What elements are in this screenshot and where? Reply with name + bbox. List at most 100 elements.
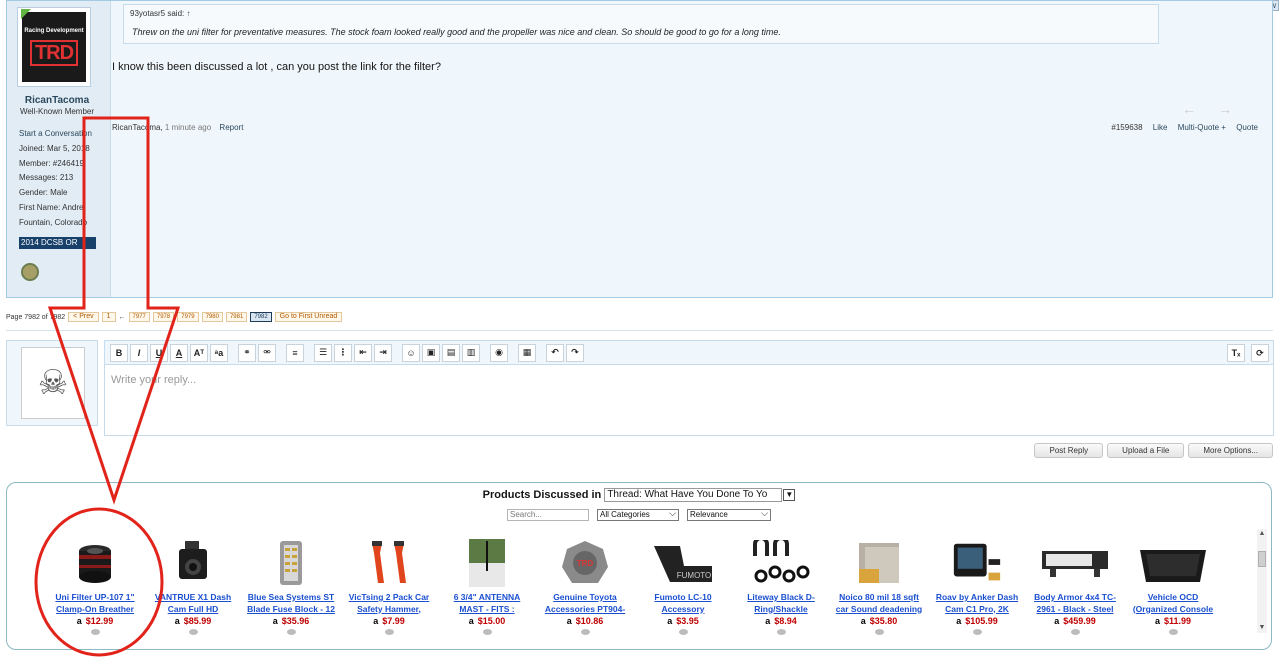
comment-icon[interactable]: [580, 629, 590, 635]
product-image[interactable]: [950, 539, 1004, 587]
sort-select[interactable]: Relevance: [687, 508, 771, 521]
product-name[interactable]: Liteway Black D-Ring/Shackle: [735, 592, 827, 616]
product-image[interactable]: [362, 539, 416, 587]
page-first[interactable]: 1: [101, 312, 116, 322]
product-name[interactable]: Uni Filter UP-107 1" Clamp-On Breather: [49, 592, 141, 616]
trophy-icon[interactable]: [21, 263, 39, 281]
reply-input[interactable]: Write your reply...: [111, 374, 196, 386]
comment-icon[interactable]: [188, 629, 198, 635]
comment-icon[interactable]: [874, 629, 884, 635]
chevron-down-icon[interactable]: ▼: [783, 489, 796, 501]
product-image[interactable]: [460, 539, 514, 587]
product-name[interactable]: Vehicle OCD (Organized Console: [1127, 592, 1219, 616]
italic-icon[interactable]: I: [130, 343, 148, 362]
product-image[interactable]: [166, 539, 220, 587]
report-link[interactable]: Report: [219, 123, 243, 132]
comment-icon[interactable]: [1168, 629, 1178, 635]
outdent-icon[interactable]: ⇤: [354, 343, 372, 362]
unlink-icon[interactable]: ⚮: [258, 343, 276, 362]
product-item[interactable]: Roav by Anker Dash Cam C1 Pro, 2K a $105.…: [931, 539, 1023, 635]
undo-icon[interactable]: ↶: [546, 343, 564, 362]
bullet-list-icon[interactable]: ☰: [314, 343, 332, 362]
toggle-bbcode-icon[interactable]: ⟳: [1251, 344, 1269, 362]
product-item[interactable]: Noico 80 mil 18 sqft car Sound deadening…: [833, 539, 925, 635]
meta-author[interactable]: RicanTacoma,: [112, 123, 163, 132]
more-options-button[interactable]: More Options...: [1188, 443, 1273, 458]
product-image[interactable]: [1040, 539, 1110, 587]
underline-icon[interactable]: U: [150, 343, 168, 362]
page-current[interactable]: 7982: [250, 312, 272, 322]
skull-avatar-icon[interactable]: ☠: [21, 347, 85, 419]
camera-icon[interactable]: ◉: [490, 343, 508, 362]
bold-icon[interactable]: B: [110, 343, 128, 362]
product-image[interactable]: [746, 539, 816, 587]
product-name[interactable]: VicTsing 2 Pack Car Safety Hammer,: [343, 592, 435, 616]
next-arrow-icon[interactable]: →: [1218, 101, 1254, 117]
indent-icon[interactable]: ⇥: [374, 343, 392, 362]
product-image[interactable]: FUMOTO: [649, 539, 717, 587]
font-color-icon[interactable]: A: [170, 343, 188, 362]
products-search-input[interactable]: Search...: [507, 509, 589, 521]
product-name[interactable]: Roav by Anker Dash Cam C1 Pro, 2K: [931, 592, 1023, 616]
product-name[interactable]: Blue Sea Systems ST Blade Fuse Block - 1…: [245, 592, 337, 616]
product-item[interactable]: Uni Filter UP-107 1" Clamp-On Breather a…: [49, 539, 141, 635]
start-conversation-link[interactable]: Start a Conversation: [19, 127, 107, 142]
scroll-thumb[interactable]: [1258, 551, 1266, 567]
product-name[interactable]: Genuine Toyota Accessories PT904-: [539, 592, 631, 616]
product-image[interactable]: [68, 539, 122, 587]
product-image[interactable]: TRD: [558, 539, 612, 587]
category-select[interactable]: All Categories: [597, 508, 679, 521]
comment-icon[interactable]: [482, 629, 492, 635]
comment-icon[interactable]: [90, 629, 100, 635]
redo-icon[interactable]: ↷: [566, 343, 584, 362]
remove-format-icon[interactable]: Tₓ: [1227, 344, 1245, 362]
smiley-icon[interactable]: ☺: [402, 343, 420, 362]
products-scrollbar[interactable]: ▲ ▼: [1257, 529, 1267, 633]
quote-link[interactable]: Quote: [1236, 123, 1258, 132]
post-time[interactable]: 1 minute ago: [165, 123, 211, 132]
upload-file-button[interactable]: Upload a File: [1107, 443, 1185, 458]
product-item[interactable]: VANTRUE X1 Dash Cam Full HD a $85.99: [147, 539, 239, 635]
page-7979[interactable]: 7979: [177, 312, 199, 322]
product-image[interactable]: [852, 539, 906, 587]
link-icon[interactable]: ⚭: [238, 343, 256, 362]
product-item[interactable]: Blue Sea Systems ST Blade Fuse Block - 1…: [245, 539, 337, 635]
thread-select[interactable]: Thread: What Have You Done To Yo: [604, 488, 783, 502]
avatar[interactable]: Racing Development TRD: [17, 7, 91, 87]
comment-icon[interactable]: [1070, 629, 1080, 635]
quote-jump-icon[interactable]: ↑: [187, 9, 191, 18]
post-reply-button[interactable]: Post Reply: [1034, 443, 1104, 458]
save-draft-icon[interactable]: ▦: [518, 343, 536, 362]
image-icon[interactable]: ▣: [422, 343, 440, 362]
username[interactable]: RicanTacoma: [7, 95, 107, 106]
font-size-icon[interactable]: Aᵀ: [190, 343, 208, 362]
multiquote-link[interactable]: Multi-Quote +: [1178, 123, 1226, 132]
product-item[interactable]: Body Armor 4x4 TC-2961 - Black - Steel a…: [1029, 539, 1121, 635]
comment-icon[interactable]: [286, 629, 296, 635]
product-image[interactable]: [1138, 539, 1208, 587]
comment-icon[interactable]: [678, 629, 688, 635]
product-item[interactable]: Vehicle OCD (Organized Console a $11.99: [1127, 539, 1219, 635]
media-icon[interactable]: ▤: [442, 343, 460, 362]
font-family-icon[interactable]: ᵃa: [210, 343, 228, 362]
page-7980[interactable]: 7980: [201, 312, 223, 322]
page-7977[interactable]: 7977: [128, 312, 150, 322]
product-name[interactable]: 6 3/4" ANTENNA MAST - FITS :: [441, 592, 533, 616]
page-7981[interactable]: 7981: [225, 312, 248, 322]
prev-arrow-icon[interactable]: ←: [1182, 101, 1218, 117]
scroll-down-icon[interactable]: ▼: [1257, 623, 1267, 633]
product-item[interactable]: FUMOTO Fumoto LC-10 Accessory a $3.95: [637, 539, 729, 635]
comment-icon[interactable]: [972, 629, 982, 635]
first-unread-button[interactable]: Go to First Unread: [274, 312, 343, 322]
product-item[interactable]: TRD Genuine Toyota Accessories PT904- a $…: [539, 539, 631, 635]
product-item[interactable]: 6 3/4" ANTENNA MAST - FITS : a $15.00: [441, 539, 533, 635]
page-jump-icon[interactable]: ←: [119, 314, 126, 321]
product-name[interactable]: Body Armor 4x4 TC-2961 - Black - Steel: [1029, 592, 1121, 616]
numbered-list-icon[interactable]: ⋮: [334, 343, 352, 362]
comment-icon[interactable]: [384, 629, 394, 635]
page-7978[interactable]: 7978: [152, 312, 175, 322]
code-icon[interactable]: ▥: [462, 343, 480, 362]
product-name[interactable]: Noico 80 mil 18 sqft car Sound deadening: [833, 592, 925, 616]
prev-page-button[interactable]: < Prev: [68, 312, 99, 322]
scroll-up-icon[interactable]: ▲: [1257, 529, 1267, 539]
